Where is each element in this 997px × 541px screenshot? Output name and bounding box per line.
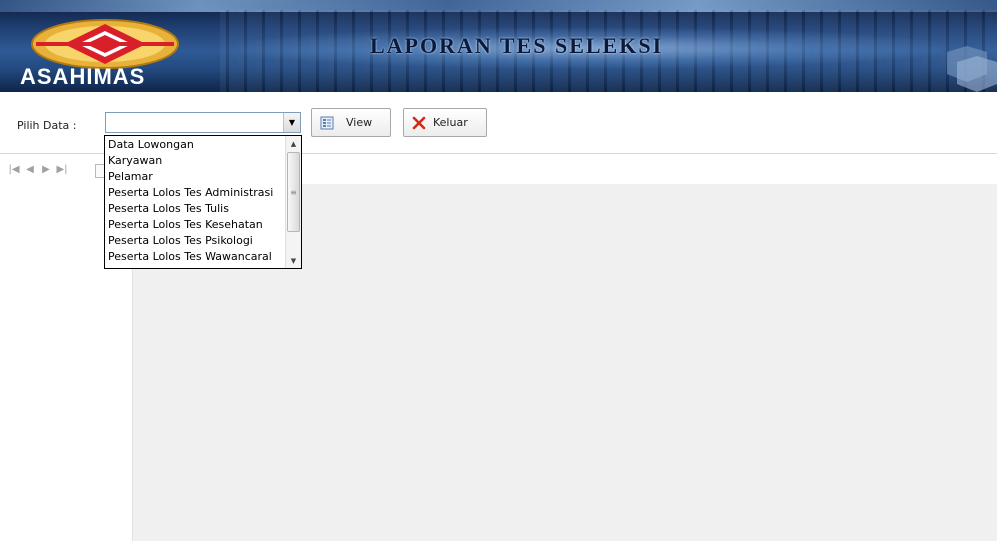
dropdown-option[interactable]: Peserta Lolos Tes Wawancaral — [105, 249, 287, 265]
report-navigation: |◀ ◀ ▶ ▶| — [6, 164, 70, 180]
dropdown-option[interactable]: Karyawan — [105, 153, 287, 169]
logo-text: ASAHIMAS — [20, 64, 146, 89]
scrollbar-thumb[interactable]: ≡ — [287, 152, 300, 232]
first-page-icon[interactable]: |◀ — [6, 164, 22, 180]
prev-page-icon[interactable]: ◀ — [22, 164, 38, 180]
pilih-data-select[interactable]: ▼ — [105, 112, 301, 133]
dropdown-option[interactable]: Peserta Lolos Tes Administrasi — [105, 185, 287, 201]
asahimas-logo-icon — [31, 19, 179, 69]
chevron-down-icon[interactable]: ▼ — [283, 113, 300, 132]
keluar-button[interactable]: Keluar — [403, 108, 487, 137]
dropdown-scrollbar[interactable]: ▲ ≡ ▼ — [285, 136, 301, 268]
view-icon — [320, 116, 334, 130]
close-icon — [412, 116, 426, 130]
pilih-data-label: Pilih Data : — [17, 119, 77, 132]
last-page-icon[interactable]: ▶| — [54, 164, 70, 180]
keluar-button-label: Keluar — [433, 116, 468, 129]
view-button-label: View — [346, 116, 373, 129]
header-banner: ASAHIMAS LAPORAN TES SELEKSI — [0, 0, 997, 92]
scroll-down-icon[interactable]: ▼ — [286, 253, 301, 268]
dropdown-option[interactable]: Data Lowongan — [105, 137, 287, 153]
scroll-up-icon[interactable]: ▲ — [286, 136, 301, 151]
next-page-icon[interactable]: ▶ — [38, 164, 54, 180]
report-window: ASAHIMAS LAPORAN TES SELEKSI Pilih Data … — [0, 0, 997, 541]
view-button[interactable]: View — [311, 108, 391, 137]
dropdown-option[interactable]: Peserta Lolos Tes Kesehatan — [105, 217, 287, 233]
dropdown-option[interactable]: Peserta Lolos Tes Tulis — [105, 201, 287, 217]
dropdown-option[interactable]: Peserta Lolos Tes Psikologi — [105, 233, 287, 249]
dropdown-option[interactable]: Pelamar — [105, 169, 287, 185]
pilih-data-dropdown-list: Data Lowongan Karyawan Pelamar Peserta L… — [104, 135, 302, 269]
hexagon-decoration-icon — [947, 46, 997, 92]
page-title: LAPORAN TES SELEKSI — [370, 33, 664, 58]
dropdown-options: Data Lowongan Karyawan Pelamar Peserta L… — [105, 136, 287, 265]
